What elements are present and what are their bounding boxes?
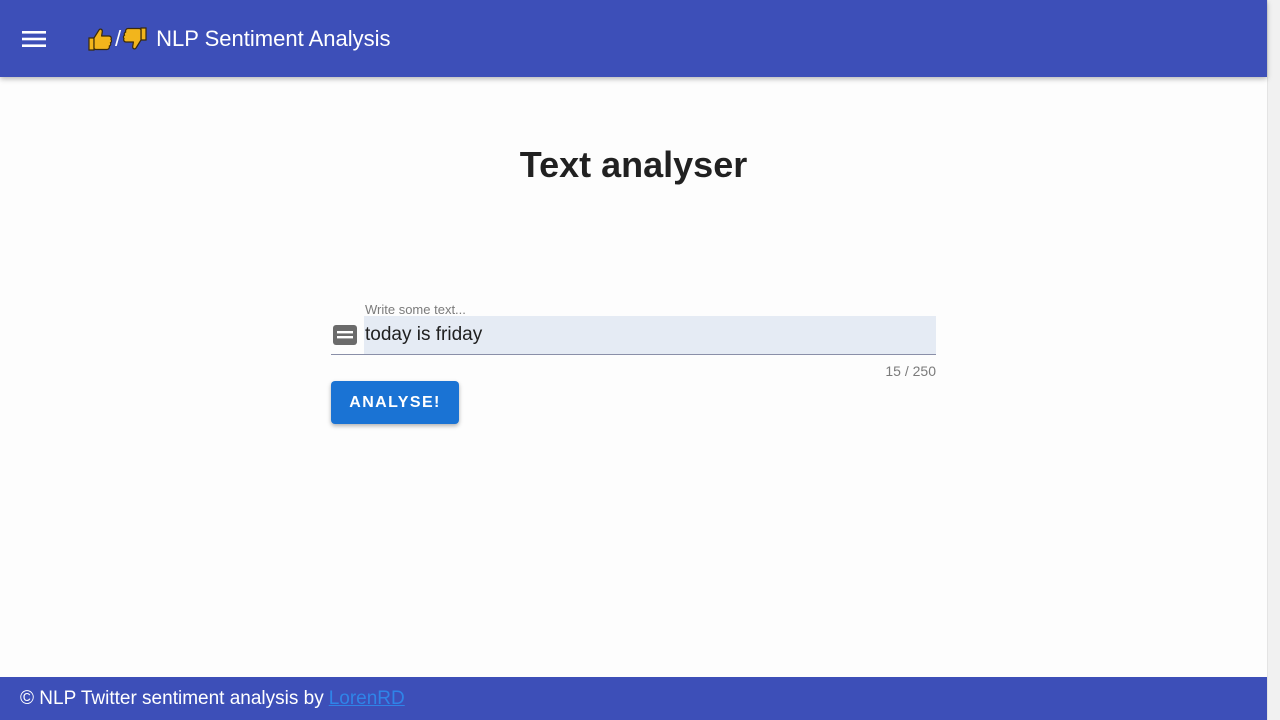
text-box-icon [332, 324, 358, 346]
page-heading: Text analyser [519, 144, 748, 185]
app-window: / NLP Sentiment Analysis Text analyser W… [0, 0, 1267, 720]
app-title: / NLP Sentiment Analysis [87, 20, 391, 58]
character-counter: 15 / 250 [885, 363, 936, 379]
analyse-button[interactable]: ANALYSE! [331, 381, 459, 424]
text-input[interactable] [364, 316, 936, 354]
app-title-text: NLP Sentiment Analysis [156, 26, 391, 51]
hamburger-menu-icon[interactable] [14, 19, 54, 59]
title-separator: / [115, 26, 122, 51]
text-field-underline [331, 354, 936, 355]
footer-text: © NLP Twitter sentiment analysis by [20, 687, 324, 709]
thumbs-up-icon [87, 26, 113, 52]
top-app-bar: / NLP Sentiment Analysis [0, 0, 1267, 77]
thumbs-down-icon [122, 26, 148, 52]
footer: © NLP Twitter sentiment analysis by Lore… [0, 677, 1267, 720]
page: / NLP Sentiment Analysis Text analyser W… [0, 0, 1280, 720]
text-field: Write some text... [331, 298, 936, 358]
author-link[interactable]: LorenRD [329, 688, 405, 710]
vertical-scrollbar[interactable] [1267, 0, 1280, 720]
text-field-label: Write some text... [365, 302, 466, 317]
